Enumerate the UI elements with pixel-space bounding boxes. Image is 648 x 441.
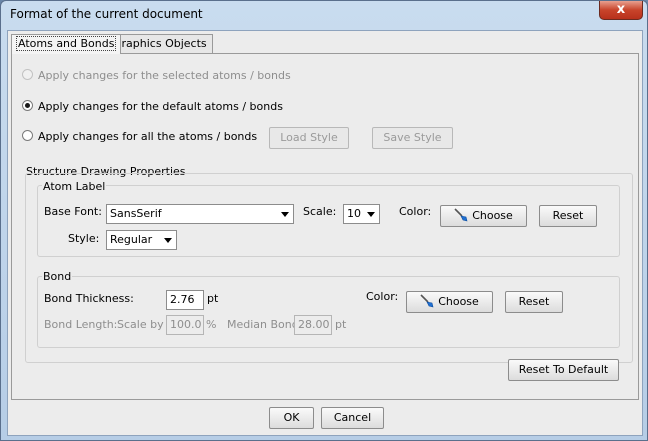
chevron-down-icon xyxy=(281,212,289,217)
base-font-label: Base Font: xyxy=(44,205,102,218)
style-select[interactable]: Regular xyxy=(106,230,177,250)
radio-button[interactable] xyxy=(22,100,33,111)
tab-graphics-objects-label: Graphics Objects xyxy=(113,37,207,50)
atom-color-reset-button[interactable]: Reset xyxy=(539,205,597,227)
bond-length-label: Bond Length: xyxy=(44,318,118,331)
chevron-down-icon xyxy=(164,238,172,243)
atom-label-title: Atom Label xyxy=(42,180,107,193)
paint-brush-icon xyxy=(454,208,468,222)
load-style-button[interactable]: Load Style xyxy=(269,127,349,149)
radio-apply-all-label: Apply changes for all the atoms / bonds xyxy=(38,130,258,143)
cancel-button[interactable]: Cancel xyxy=(321,407,384,429)
bond-thickness-input[interactable]: 2.76 xyxy=(166,290,204,310)
tab-graphics-objects[interactable]: Graphics Objects xyxy=(107,34,213,53)
chevron-down-icon xyxy=(367,212,375,217)
median-bond-label: Median Bond xyxy=(227,318,299,331)
scale-by-label: Scale by xyxy=(117,318,164,331)
paint-brush-icon xyxy=(420,294,434,308)
bond-thickness-label: Bond Thickness: xyxy=(44,292,134,305)
bond-color-choose-button[interactable]: Choose xyxy=(406,291,493,313)
scale-select[interactable]: 10 xyxy=(343,204,380,224)
median-bond-value: 28.00 xyxy=(298,318,330,331)
scale-by-unit: % xyxy=(206,318,217,331)
scale-value: 10 xyxy=(347,207,361,220)
window-title: Format of the current document xyxy=(10,7,203,21)
bond-color-label: Color: xyxy=(366,290,399,303)
scale-by-input[interactable]: 100.0 xyxy=(166,315,204,335)
tab-atoms-and-bonds-label: Atoms and Bonds xyxy=(15,36,117,51)
style-label: Style: xyxy=(68,232,100,245)
save-style-button[interactable]: Save Style xyxy=(372,127,453,149)
bond-color-reset-button[interactable]: Reset xyxy=(505,291,563,313)
bond-thickness-unit: pt xyxy=(207,292,219,305)
radio-apply-default[interactable]: Apply changes for the default atoms / bo… xyxy=(22,99,283,115)
style-value: Regular xyxy=(110,233,153,246)
median-bond-unit: pt xyxy=(335,318,347,331)
radio-apply-selected-label: Apply changes for the selected atoms / b… xyxy=(38,69,291,82)
radio-button[interactable] xyxy=(22,130,33,141)
reset-to-default-button[interactable]: Reset To Default xyxy=(508,359,619,381)
bond-thickness-value: 2.76 xyxy=(170,293,195,306)
bond-title: Bond xyxy=(42,270,73,283)
atom-color-choose-button[interactable]: Choose xyxy=(440,205,527,227)
tab-panel-atoms-and-bonds: Apply changes for the selected atoms / b… xyxy=(11,53,639,400)
base-font-select[interactable]: SansSerif xyxy=(106,204,294,224)
scale-by-value: 100.0 xyxy=(170,318,202,331)
median-bond-input[interactable]: 28.00 xyxy=(294,315,332,335)
radio-apply-default-label: Apply changes for the default atoms / bo… xyxy=(38,100,283,113)
scale-label: Scale: xyxy=(303,205,337,218)
tab-atoms-and-bonds[interactable]: Atoms and Bonds xyxy=(11,34,122,54)
ok-button[interactable]: OK xyxy=(269,407,314,429)
dialog-body: Atoms and Bonds Graphics Objects Apply c… xyxy=(7,30,643,436)
atom-color-choose-label: Choose xyxy=(472,209,513,222)
close-button[interactable]: x xyxy=(599,1,643,20)
radio-button[interactable] xyxy=(22,69,33,80)
title-bar[interactable]: Format of the current document x xyxy=(1,1,647,29)
base-font-value: SansSerif xyxy=(110,207,162,220)
radio-apply-all[interactable]: Apply changes for all the atoms / bonds xyxy=(22,129,257,145)
format-dialog: Format of the current document x Atoms a… xyxy=(0,0,648,441)
bond-color-choose-label: Choose xyxy=(438,295,479,308)
atom-color-label: Color: xyxy=(399,205,432,218)
radio-apply-selected[interactable]: Apply changes for the selected atoms / b… xyxy=(22,68,291,84)
